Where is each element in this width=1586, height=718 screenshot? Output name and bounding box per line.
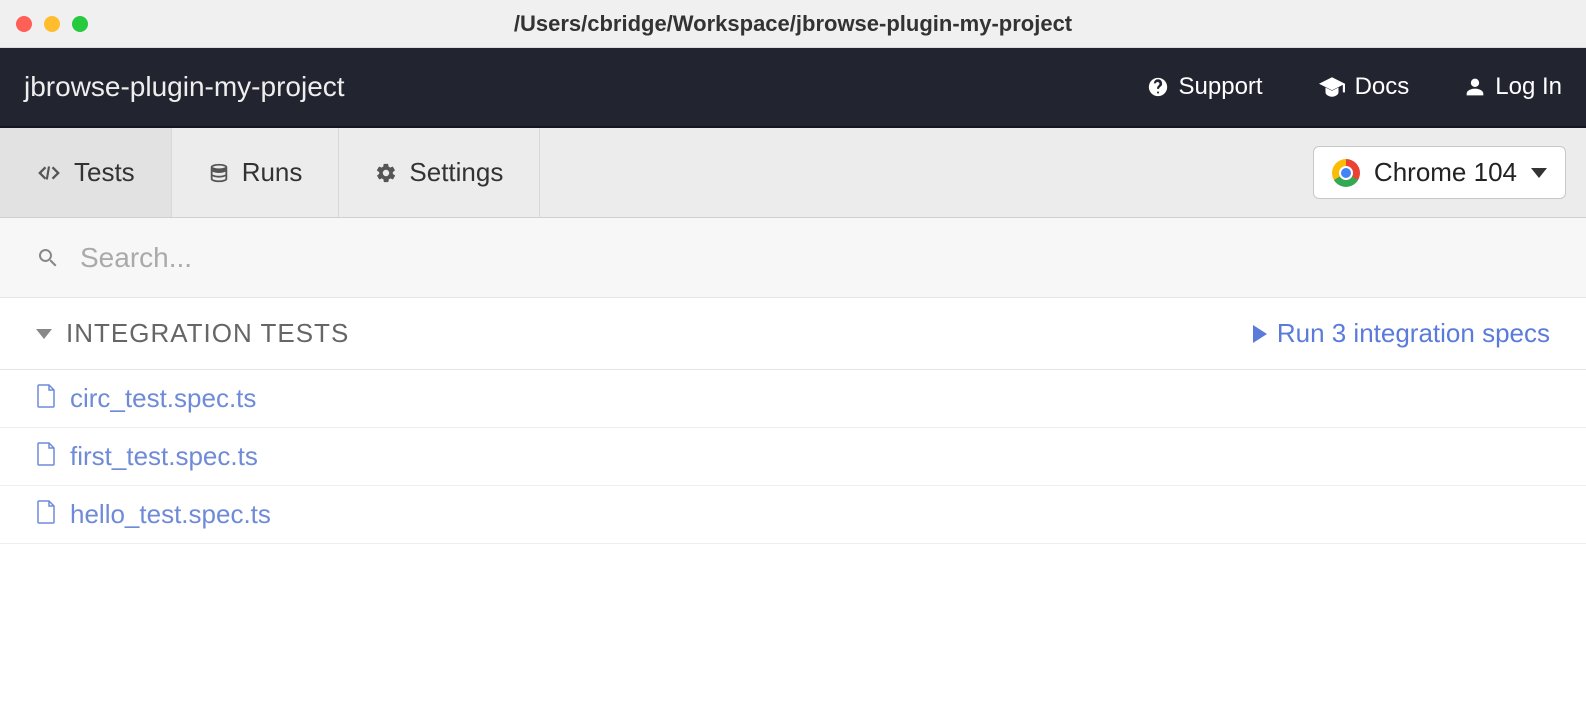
window-title: /Users/cbridge/Workspace/jbrowse-plugin-… <box>16 11 1570 37</box>
database-icon <box>208 162 230 184</box>
search-input[interactable] <box>80 242 1550 274</box>
maximize-window-button[interactable] <box>72 16 88 32</box>
docs-label: Docs <box>1355 73 1410 101</box>
spec-filename: hello_test.spec.ts <box>70 499 271 530</box>
docs-link[interactable]: Docs <box>1319 73 1410 101</box>
window-titlebar: /Users/cbridge/Workspace/jbrowse-plugin-… <box>0 0 1586 48</box>
close-window-button[interactable] <box>16 16 32 32</box>
spec-list: circ_test.spec.ts first_test.spec.ts hel… <box>0 370 1586 544</box>
collapse-caret-icon[interactable] <box>36 329 52 339</box>
spec-filename: circ_test.spec.ts <box>70 383 256 414</box>
play-icon <box>1253 325 1267 343</box>
window-controls <box>16 16 88 32</box>
file-icon <box>36 500 56 529</box>
support-label: Support <box>1179 73 1263 101</box>
question-circle-icon <box>1147 76 1169 98</box>
support-link[interactable]: Support <box>1147 73 1263 101</box>
tab-bar: Tests Runs Settings <box>0 128 540 217</box>
spec-row[interactable]: first_test.spec.ts <box>0 428 1586 486</box>
tab-runs[interactable]: Runs <box>172 128 340 217</box>
code-icon <box>36 163 62 183</box>
app-header: jbrowse-plugin-my-project Support Docs L… <box>0 48 1586 128</box>
header-links: Support Docs Log In <box>1147 73 1562 101</box>
tab-label: Settings <box>409 157 503 188</box>
file-icon <box>36 442 56 471</box>
file-icon <box>36 384 56 413</box>
spec-row[interactable]: hello_test.spec.ts <box>0 486 1586 544</box>
spacer <box>540 128 1313 217</box>
search-bar <box>0 218 1586 298</box>
browser-selector[interactable]: Chrome 104 <box>1313 146 1566 199</box>
gear-icon <box>375 162 397 184</box>
graduation-cap-icon <box>1319 77 1345 97</box>
section-title: INTEGRATION TESTS <box>66 318 1253 349</box>
user-icon <box>1465 76 1485 98</box>
login-label: Log In <box>1495 73 1562 101</box>
toolbar: Tests Runs Settings Chrome 104 <box>0 128 1586 218</box>
search-icon <box>36 246 60 270</box>
tab-tests[interactable]: Tests <box>0 128 172 217</box>
tab-settings[interactable]: Settings <box>339 128 540 217</box>
tab-label: Runs <box>242 157 303 188</box>
browser-label: Chrome 104 <box>1374 157 1517 188</box>
chrome-icon <box>1332 159 1360 187</box>
run-all-label: Run 3 integration specs <box>1277 318 1550 349</box>
run-all-specs-button[interactable]: Run 3 integration specs <box>1253 318 1550 349</box>
spec-filename: first_test.spec.ts <box>70 441 258 472</box>
spec-row[interactable]: circ_test.spec.ts <box>0 370 1586 428</box>
project-name: jbrowse-plugin-my-project <box>24 71 1147 103</box>
chevron-down-icon <box>1531 168 1547 178</box>
login-link[interactable]: Log In <box>1465 73 1562 101</box>
section-header: INTEGRATION TESTS Run 3 integration spec… <box>0 298 1586 370</box>
tab-label: Tests <box>74 157 135 188</box>
minimize-window-button[interactable] <box>44 16 60 32</box>
